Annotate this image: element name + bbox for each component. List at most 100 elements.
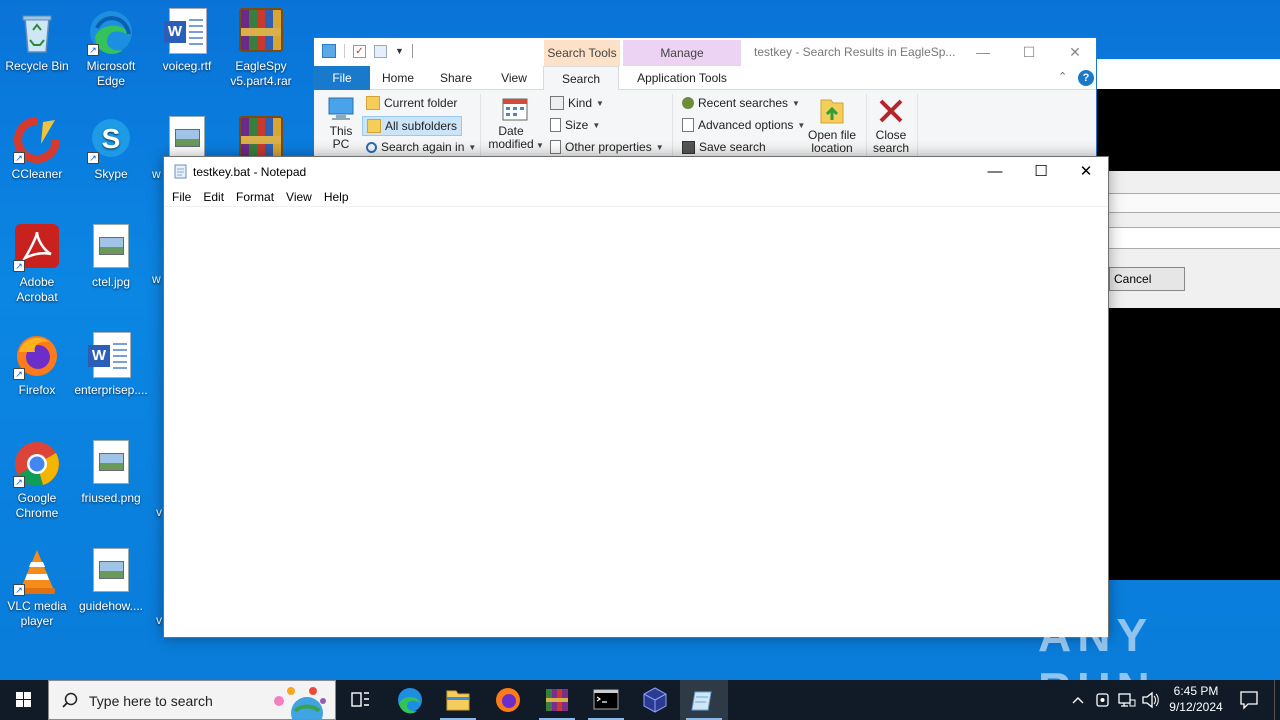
explorer-maximize-button[interactable]: ☐: [1006, 38, 1052, 66]
other-properties-dropdown[interactable]: Other properties ▼: [550, 140, 664, 154]
this-pc-button[interactable]: This PC: [324, 96, 358, 151]
notepad-close-button[interactable]: ✕: [1063, 157, 1109, 187]
show-desktop-button[interactable]: [1274, 680, 1280, 720]
background-console-top: [1097, 89, 1280, 171]
word-document-icon: W: [163, 8, 211, 56]
clock-time: 6:45 PM: [1173, 684, 1219, 698]
tab-home[interactable]: Home: [370, 66, 426, 90]
desktop-icon-vlc[interactable]: ↗ VLC media player: [0, 548, 74, 629]
taskbar-app-cube[interactable]: [631, 680, 679, 720]
acrobat-icon: ↗: [13, 224, 61, 272]
explorer-window-title: testkey - Search Results in EagleSp...: [754, 45, 956, 59]
search-placeholder: Type here to search: [89, 693, 213, 709]
desktop-icon-ctel-jpg[interactable]: ctel.jpg: [74, 224, 148, 290]
tab-view[interactable]: View: [486, 66, 542, 90]
desktop-icon-google-chrome[interactable]: ↗ Google Chrome: [0, 440, 74, 521]
notepad-window[interactable]: testkey.bat - Notepad — ☐ ✕ File Edit Fo…: [163, 156, 1109, 638]
tab-share[interactable]: Share: [428, 66, 484, 90]
explorer-search-ribbon: This PC Current folder All subfolders Se…: [314, 90, 1096, 159]
menu-view[interactable]: View: [282, 187, 320, 206]
desktop-icon-microsoft-edge[interactable]: ↗ Microsoft Edge: [74, 8, 148, 89]
explorer-minimize-button[interactable]: —: [960, 38, 1006, 66]
desktop-icon-eaglespy-rar[interactable]: EagleSpy v5.part4.rar: [224, 8, 298, 89]
explorer-titlebar[interactable]: ✓ ▼ Search Tools Manage testkey - Search…: [314, 38, 1096, 66]
tray-volume-icon[interactable]: [1140, 680, 1162, 720]
current-folder-option[interactable]: Current folder: [366, 96, 457, 110]
subfolders-icon: [367, 119, 381, 133]
cancel-button[interactable]: Cancel: [1109, 267, 1185, 291]
desktop-icon-adobe-acrobat[interactable]: ↗ Adobe Acrobat: [0, 224, 74, 305]
search-icon: [366, 141, 377, 153]
notepad-minimize-button[interactable]: —: [972, 157, 1018, 187]
winrar-archive-icon: [237, 8, 285, 56]
taskbar-firefox[interactable]: [484, 680, 532, 720]
kind-dropdown[interactable]: Kind ▼: [550, 96, 604, 110]
open-file-location-button[interactable]: Open file location: [804, 96, 860, 155]
tab-application-tools[interactable]: Application Tools: [623, 66, 741, 90]
tab-search[interactable]: Search: [543, 66, 619, 91]
task-view-icon: [351, 692, 369, 707]
folder-icon[interactable]: [322, 44, 336, 58]
taskbar-command-prompt[interactable]: [582, 680, 630, 720]
menu-format[interactable]: Format: [232, 187, 282, 206]
tab-file[interactable]: File: [314, 66, 370, 90]
all-subfolders-option[interactable]: All subfolders: [362, 116, 463, 136]
tray-network-icon[interactable]: [1116, 680, 1138, 720]
taskbar-edge[interactable]: [386, 680, 434, 720]
start-button[interactable]: [0, 680, 48, 720]
close-search-button[interactable]: Close search: [870, 96, 912, 155]
save-search-button[interactable]: Save search: [682, 140, 766, 154]
notepad-title: testkey.bat - Notepad: [193, 165, 307, 179]
open-folder-icon: [820, 99, 844, 124]
ccleaner-icon: ↗: [13, 116, 61, 164]
menu-file[interactable]: File: [168, 187, 199, 206]
show-hidden-icons-button[interactable]: [1068, 680, 1088, 720]
desktop-icon-skype[interactable]: S ↗ Skype: [74, 116, 148, 182]
chevron-down-icon: ▼: [468, 142, 477, 152]
task-view-button[interactable]: [336, 680, 384, 720]
taskbar-search-box[interactable]: Type here to search: [48, 680, 336, 720]
taskbar-clock[interactable]: 6:45 PM 9/12/2024: [1162, 683, 1230, 715]
customize-toolbar-icon[interactable]: ▼: [395, 46, 404, 56]
desktop-icon-enterprisep[interactable]: W enterprisep....: [74, 332, 148, 398]
file-explorer-window[interactable]: ✓ ▼ Search Tools Manage testkey - Search…: [313, 37, 1097, 160]
size-icon: [550, 118, 561, 132]
search-again-in-dropdown[interactable]: Search again in ▼: [366, 140, 476, 154]
help-icon[interactable]: ?: [1078, 70, 1094, 86]
taskbar-file-explorer[interactable]: [434, 680, 482, 720]
size-dropdown[interactable]: Size ▼: [550, 118, 600, 132]
explorer-close-button[interactable]: ✕: [1052, 38, 1096, 66]
properties-icon[interactable]: ✓: [353, 44, 366, 58]
desktop-icon-friused-png[interactable]: friused.png: [74, 440, 148, 506]
menu-help[interactable]: Help: [320, 187, 357, 206]
svg-text:S: S: [102, 123, 121, 154]
tray-device-icon[interactable]: [1092, 680, 1114, 720]
desktop-icon-firefox[interactable]: ↗ Firefox: [0, 332, 74, 398]
date-modified-button[interactable]: Date modified ▼: [486, 96, 544, 152]
image-file-icon: [87, 440, 135, 488]
menu-edit[interactable]: Edit: [199, 187, 232, 206]
desktop-icon-guidehow[interactable]: guidehow....: [74, 548, 148, 614]
notepad-text-area[interactable]: [164, 208, 1108, 637]
new-folder-icon[interactable]: [374, 44, 387, 58]
edge-icon: ↗: [87, 8, 135, 56]
chevron-down-icon: ▼: [655, 142, 664, 152]
skype-icon: S ↗: [87, 116, 135, 164]
notifications-button[interactable]: [1234, 680, 1264, 720]
collapse-ribbon-icon[interactable]: ⌃: [1058, 70, 1067, 83]
recent-searches-dropdown[interactable]: Recent searches ▼: [682, 96, 800, 110]
desktop-icon-voiceg-rtf[interactable]: W voiceg.rtf: [150, 8, 224, 74]
notepad-maximize-button[interactable]: ☐: [1018, 157, 1064, 187]
properties-icon: [550, 140, 561, 154]
image-file-icon: [87, 548, 135, 596]
recycle-bin-icon: [13, 8, 61, 56]
advanced-options-dropdown[interactable]: Advanced options ▼: [682, 118, 805, 132]
taskbar-notepad[interactable]: [680, 680, 728, 720]
taskbar-winrar[interactable]: [533, 680, 581, 720]
dialog-field-2: [1109, 227, 1280, 249]
desktop-icon-ccleaner[interactable]: ↗ CCleaner: [0, 116, 74, 182]
folder-icon: [446, 690, 470, 711]
firefox-icon: ↗: [13, 332, 61, 380]
notepad-titlebar[interactable]: testkey.bat - Notepad — ☐ ✕: [164, 157, 1108, 187]
desktop-icon-recycle-bin[interactable]: Recycle Bin: [0, 8, 74, 74]
